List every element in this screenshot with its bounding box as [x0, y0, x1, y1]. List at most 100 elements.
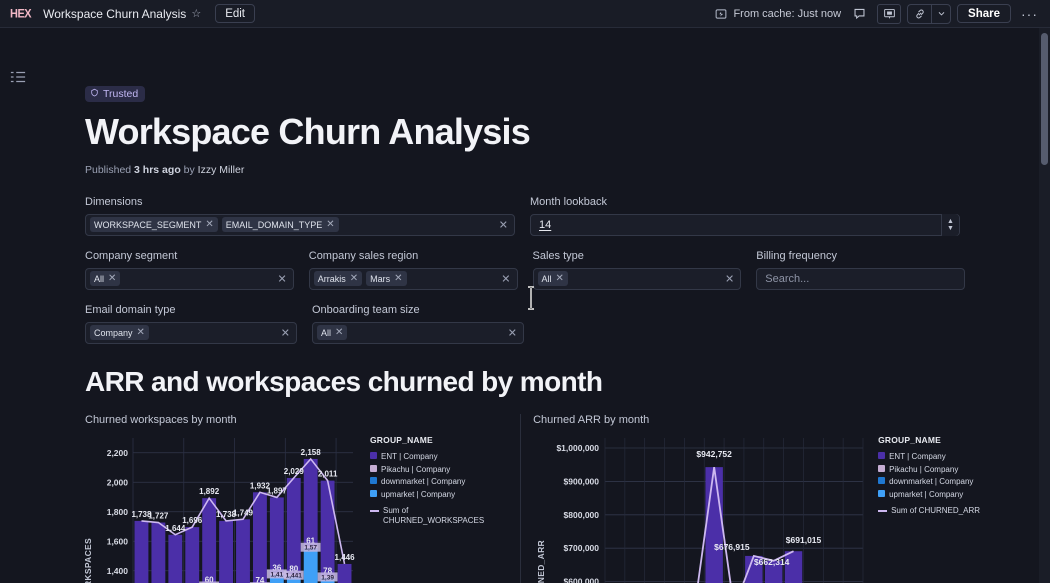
link-icon[interactable] — [907, 4, 931, 24]
chip-email-domain-type[interactable]: EMAIL_DOMAIN_TYPE ✕ — [222, 217, 339, 232]
clear-all-icon[interactable]: ✕ — [501, 272, 510, 285]
month-lookback-value: 14 — [535, 219, 551, 231]
page-title: Workspace Churn Analysis — [85, 112, 965, 152]
hex-logo[interactable]: HEX — [10, 7, 31, 20]
edit-button[interactable]: Edit — [215, 4, 255, 23]
chip-all[interactable]: All ✕ — [90, 271, 120, 286]
chip-remove-icon[interactable]: ✕ — [108, 273, 116, 284]
company-sales-region-input[interactable]: Arrakis ✕ Mars ✕ ✕ — [309, 268, 518, 290]
trusted-icon — [90, 88, 99, 100]
sales-type-input[interactable]: All ✕ ✕ — [533, 268, 742, 290]
legend-label: ENT | Company — [889, 451, 946, 463]
legend-item[interactable]: upmarket | Company — [878, 489, 1008, 501]
filter-month-lookback: Month lookback 14 ▲ ▼ — [530, 196, 960, 236]
chart-plot-area: CHURNED_ARR $600,000$700,000$800,000$900… — [533, 430, 965, 583]
chip-all[interactable]: All ✕ — [538, 271, 568, 286]
svg-text:1,41: 1,41 — [271, 571, 284, 578]
chip-remove-icon[interactable]: ✕ — [394, 273, 402, 284]
chip-company[interactable]: Company ✕ — [90, 325, 149, 340]
legend-label: ENT | Company — [381, 451, 438, 463]
quantity-stepper[interactable]: ▲ ▼ — [941, 214, 959, 236]
stepper-up-icon[interactable]: ▲ — [947, 218, 954, 225]
legend-swatch — [370, 452, 377, 459]
company-segment-input[interactable]: All ✕ ✕ — [85, 268, 294, 290]
billing-frequency-input[interactable]: Search... — [756, 268, 965, 290]
legend-item[interactable]: Pikachu | Company — [878, 464, 1008, 476]
chip-label: All — [94, 274, 104, 284]
filter-sales-type: Sales type All ✕ ✕ — [533, 250, 742, 290]
legend-item[interactable]: upmarket | Company — [370, 489, 510, 501]
more-options-icon[interactable]: ··· — [1017, 6, 1042, 22]
filter-company-sales-region: Company sales region Arrakis ✕ Mars ✕ ✕ — [309, 250, 518, 290]
svg-text:2,200: 2,200 — [107, 447, 129, 457]
billing-frequency-label: Billing frequency — [756, 250, 965, 262]
legend-label: Sum of CHURNED_WORKSPACES — [383, 506, 510, 525]
svg-text:1,892: 1,892 — [199, 487, 220, 496]
scrollbar-thumb[interactable] — [1041, 33, 1048, 165]
clear-all-icon[interactable]: ✕ — [508, 326, 517, 339]
svg-text:1,57: 1,57 — [304, 544, 317, 551]
clear-all-icon[interactable]: ✕ — [725, 272, 734, 285]
clear-all-icon[interactable]: ✕ — [278, 272, 287, 285]
legend-label: downmarket | Company — [381, 476, 465, 488]
stepper-down-icon[interactable]: ▼ — [947, 225, 954, 232]
svg-text:1,644: 1,644 — [165, 523, 186, 532]
legend-label: upmarket | Company — [381, 489, 455, 501]
chip-remove-icon[interactable]: ✕ — [205, 219, 213, 230]
onboarding-team-size-input[interactable]: All ✕ ✕ — [312, 322, 524, 344]
chevron-down-icon[interactable] — [931, 4, 951, 24]
present-icon[interactable] — [877, 4, 901, 24]
svg-text:$942,752: $942,752 — [697, 449, 733, 459]
chip-all[interactable]: All ✕ — [317, 325, 347, 340]
share-button[interactable]: Share — [957, 4, 1011, 23]
chip-remove-icon[interactable]: ✕ — [137, 327, 145, 338]
chip-remove-icon[interactable]: ✕ — [350, 273, 358, 284]
filter-company-segment: Company segment All ✕ ✕ — [85, 250, 294, 290]
chip-remove-icon[interactable]: ✕ — [556, 273, 564, 284]
filter-panel: Dimensions WORKSPACE_SEGMENT ✕ EMAIL_DOM… — [85, 196, 965, 344]
scrollbar-track[interactable] — [1039, 28, 1050, 583]
legend-item[interactable]: Pikachu | Company — [370, 464, 510, 476]
legend-item-line[interactable]: Sum of CHURNED_WORKSPACES — [370, 506, 510, 525]
comment-icon[interactable] — [847, 4, 871, 24]
billing-frequency-placeholder: Search... — [761, 273, 809, 285]
clear-all-icon[interactable]: ✕ — [499, 218, 508, 231]
page-body: Trusted Workspace Churn Analysis Publish… — [0, 28, 1050, 583]
email-domain-type-input[interactable]: Company ✕ ✕ — [85, 322, 297, 344]
charts-container: Churned workspaces by month WORKSPACES 1… — [85, 414, 965, 583]
svg-text:1,400: 1,400 — [107, 565, 129, 575]
company-sales-region-label: Company sales region — [309, 250, 518, 262]
legend-item-line[interactable]: Sum of CHURNED_ARR — [878, 506, 1008, 516]
legend-title: GROUP_NAME — [878, 434, 1008, 446]
legend-item[interactable]: downmarket | Company — [878, 476, 1008, 488]
outline-icon[interactable] — [10, 70, 26, 84]
legend-swatch — [878, 465, 885, 472]
legend-item[interactable]: downmarket | Company — [370, 476, 510, 488]
star-icon[interactable]: ☆ — [191, 7, 201, 20]
month-lookback-input[interactable]: 14 ▲ ▼ — [530, 214, 960, 236]
filter-email-domain-type: Email domain type Company ✕ ✕ — [85, 304, 297, 344]
chip-label: All — [542, 274, 552, 284]
clear-all-icon[interactable]: ✕ — [281, 326, 290, 339]
published-time: 3 hrs ago — [134, 164, 181, 176]
chip-workspace-segment[interactable]: WORKSPACE_SEGMENT ✕ — [90, 217, 218, 232]
sales-type-label: Sales type — [533, 250, 742, 262]
section-heading: ARR and workspaces churned by month — [85, 366, 965, 398]
chip-remove-icon[interactable]: ✕ — [335, 327, 343, 338]
legend-item[interactable]: ENT | Company — [370, 451, 510, 463]
chip-label: WORKSPACE_SEGMENT — [94, 220, 201, 230]
svg-text:1,39: 1,39 — [321, 574, 334, 581]
legend-label: downmarket | Company — [889, 476, 973, 488]
dimensions-input[interactable]: WORKSPACE_SEGMENT ✕ EMAIL_DOMAIN_TYPE ✕ … — [85, 214, 515, 236]
month-lookback-label: Month lookback — [530, 196, 960, 208]
chip-remove-icon[interactable]: ✕ — [326, 219, 334, 230]
chip-mars[interactable]: Mars ✕ — [366, 271, 406, 286]
svg-text:1,897: 1,897 — [267, 486, 288, 495]
chip-label: All — [321, 328, 331, 338]
chip-arrakis[interactable]: Arrakis ✕ — [314, 271, 362, 286]
legend-item[interactable]: ENT | Company — [878, 451, 1008, 463]
chart-plot-area: WORKSPACES 1,2001,4001,6001,8002,0002,20… — [85, 430, 507, 583]
svg-text:1,749: 1,749 — [233, 508, 254, 517]
legend-label: Sum of CHURNED_ARR — [891, 506, 980, 516]
svg-text:$800,000: $800,000 — [564, 509, 600, 519]
